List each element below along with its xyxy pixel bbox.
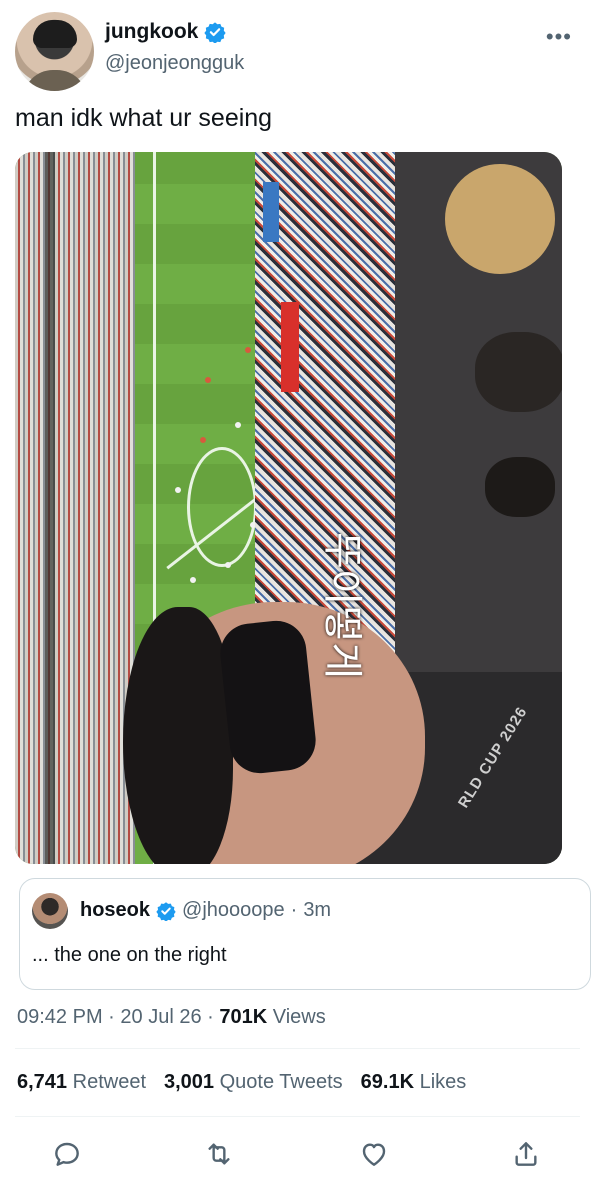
pitch-center-circle [187,447,257,567]
media-overlay-caption: 뚜이떻게 [319,532,365,680]
likes-stat[interactable]: 69.1K Likes [361,1071,467,1094]
tweet-header: jungkook @jeonjeongguk ••• [15,12,580,92]
quoted-author-name[interactable]: hoseok [80,899,150,922]
quoted-tweet[interactable]: hoseok @jhoooope · 3m ... the one on the… [19,878,591,990]
stand-shadow [45,152,55,864]
tweet-media-image[interactable]: RLD CUP 2026 뚜이떻게 [15,152,562,864]
author-name-block: jungkook @jeonjeongguk [105,20,244,75]
quoted-separator: · [290,899,298,921]
meta-dot: · [108,1006,115,1028]
spectator-dark-hair [475,332,562,412]
quotes-count: 3,001 [164,1071,215,1093]
player-dot [225,562,231,568]
retweets-count: 6,741 [17,1071,68,1093]
ad-board-red [281,302,299,392]
tweet-stats: 6,741 Retweet 3,001 Quote Tweets 69.1K L… [17,1071,466,1094]
retweets-label: Retweet [72,1071,146,1093]
quotes-stat[interactable]: 3,001 Quote Tweets [164,1071,343,1094]
author-avatar[interactable] [15,12,94,91]
views-label: Views [272,1006,326,1028]
spectator-blonde [445,164,555,274]
avatar-shoulders [23,70,87,91]
author-handle[interactable]: @jeonjeongguk [105,52,244,75]
sunglasses [217,617,319,777]
quoted-author-handle[interactable]: @jhoooope [182,899,285,922]
likes-count: 69.1K [360,1071,415,1093]
quoted-author-row: hoseok @jhoooope · 3m [80,899,331,922]
spectator-dark-hair [485,457,555,517]
tweet-meta: 09:42 PM · 20 Jul 26 · 701K Views [17,1006,326,1029]
stadium-crowd-left [15,152,135,864]
meta-dot: · [207,1006,214,1028]
player-dot [235,422,241,428]
retweet-icon[interactable] [203,1138,235,1170]
player-dot [190,577,196,583]
author-display-name[interactable]: jungkook [105,20,198,44]
like-icon[interactable] [358,1138,390,1170]
likes-label: Likes [419,1071,467,1093]
quoted-time[interactable]: 3m [303,899,331,922]
selfie-hair [123,607,233,864]
divider [15,1048,580,1049]
quotes-label: Quote Tweets [219,1071,343,1093]
avatar-hair [33,20,77,48]
player-dot [245,347,251,353]
more-options-icon[interactable]: ••• [546,26,572,48]
views-count: 701K [219,1006,268,1028]
tweet-text: man idk what ur seeing [15,104,273,132]
verified-badge-icon [204,22,226,43]
divider [15,1116,580,1117]
retweets-stat[interactable]: 6,741 Retweet [17,1071,146,1094]
ad-board-blue [263,182,279,242]
tweet-action-bar [15,1132,580,1172]
reply-icon[interactable] [51,1138,83,1170]
author-name-row: jungkook [105,20,244,44]
player-dot [205,377,211,383]
share-icon[interactable] [510,1138,542,1170]
quoted-tweet-text: ... the one on the right [32,944,227,966]
tweet-date[interactable]: 20 Jul 26 [120,1006,201,1028]
player-dot [175,487,181,493]
verified-badge-icon [156,901,176,921]
quoted-author-avatar[interactable] [32,893,68,929]
player-dot [200,437,206,443]
tweet-time[interactable]: 09:42 PM [17,1006,103,1028]
